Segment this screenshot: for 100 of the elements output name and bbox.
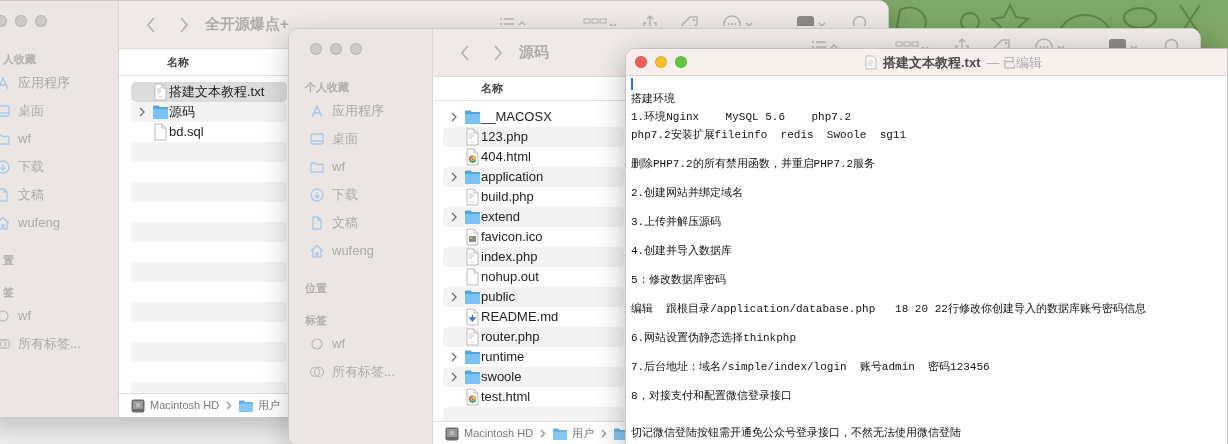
file-row[interactable]: 123.php: [443, 127, 624, 147]
close-button[interactable]: [635, 56, 647, 68]
share-icon[interactable]: [954, 38, 970, 49]
file-name: favicon.ico: [481, 228, 543, 247]
file-row[interactable]: build.php: [443, 187, 624, 207]
sidebar-item-label: 所有标签...: [332, 363, 395, 382]
sidebar-item-label: 所有标签...: [18, 335, 81, 354]
column-header[interactable]: 名称: [481, 80, 503, 97]
expand-chevron-icon[interactable]: [450, 172, 457, 182]
edited-status: — 已编辑: [986, 53, 1043, 72]
file-row[interactable]: bd.sql: [131, 122, 287, 142]
file-row[interactable]: 源码: [131, 102, 287, 122]
path-item[interactable]: 用户: [258, 397, 281, 414]
folder-icon: [464, 368, 481, 386]
forward-icon[interactable]: [178, 15, 190, 34]
minimize-button[interactable]: [655, 56, 667, 68]
forward-icon[interactable]: [492, 43, 504, 62]
back-icon[interactable]: [145, 15, 157, 34]
list-view-icon[interactable]: [810, 38, 840, 49]
file-name: runtime: [481, 348, 525, 367]
file-row[interactable]: index.php: [443, 247, 624, 267]
file-name: index.php: [481, 248, 538, 267]
close-button[interactable]: [310, 43, 322, 55]
expand-chevron-icon[interactable]: [450, 292, 457, 302]
file-row[interactable]: 404.html: [443, 147, 624, 167]
back-icon[interactable]: [459, 43, 471, 62]
file-row[interactable]: extend: [443, 207, 624, 227]
square-icon[interactable]: [1108, 38, 1138, 49]
file-row[interactable]: favicon.ico: [443, 227, 624, 247]
text-line: 6.网站设置伪静态选择thinkphp: [631, 331, 797, 346]
file-name: 123.php: [481, 128, 528, 147]
grid-view-icon[interactable]: [583, 15, 617, 26]
zoom-button[interactable]: [675, 56, 687, 68]
expand-chevron-icon[interactable]: [450, 112, 457, 122]
minimize-button[interactable]: [15, 15, 27, 27]
window-title: 搭建文本教程.txt: [883, 53, 981, 72]
grid-view-icon[interactable]: [895, 38, 929, 49]
list-view-icon[interactable]: [498, 15, 528, 26]
file-name: 搭建文本教程.txt: [169, 83, 265, 102]
file-row[interactable]: router.php: [443, 327, 624, 347]
file-icon: [152, 123, 169, 141]
text-line: php7.2安装扩展fileinfo redis Swoole sg11: [631, 128, 908, 143]
folder-icon: [553, 427, 568, 440]
expand-chevron-icon[interactable]: [138, 107, 145, 117]
text-line: 5：修改数据库密码: [631, 273, 727, 288]
document-icon: [309, 215, 325, 231]
tag-icon[interactable]: [992, 38, 1012, 49]
path-item[interactable]: 用户: [572, 425, 595, 442]
file-row[interactable]: 搭建文本教程.txt: [131, 82, 287, 102]
section-header: 标签: [304, 313, 328, 328]
image-file-icon: [464, 228, 481, 246]
file-row[interactable]: runtime: [443, 347, 624, 367]
sidebar-item-label: 应用程序: [332, 102, 384, 121]
section-header: 置: [2, 253, 15, 268]
file-name: 源码: [169, 103, 195, 122]
file-row[interactable]: README.md: [443, 307, 624, 327]
text-line: 2.创建网站并绑定域名: [631, 186, 745, 201]
folder-icon: [309, 159, 325, 175]
text-file-icon: [464, 188, 481, 206]
sidebar-item-label: wf: [18, 130, 31, 149]
tag-circle-icon: [309, 336, 325, 352]
text-cursor: [631, 78, 633, 90]
zoom-button[interactable]: [35, 15, 47, 27]
sidebar-item-label: 下载: [18, 158, 44, 177]
square-icon[interactable]: [796, 15, 826, 26]
folder-icon: [464, 288, 481, 306]
folder-icon: [464, 108, 481, 126]
file-row[interactable]: public: [443, 287, 624, 307]
more-icon[interactable]: [722, 15, 754, 26]
file-row[interactable]: test.html: [443, 387, 624, 407]
file-name: 404.html: [481, 148, 531, 167]
file-row[interactable]: application: [443, 167, 624, 187]
file-icon: [464, 268, 481, 286]
folder-icon: [152, 103, 169, 121]
folder-icon: [464, 208, 481, 226]
path-item[interactable]: Macintosh HD: [464, 425, 534, 442]
path-separator-icon: [226, 401, 233, 410]
file-name: application: [481, 168, 544, 187]
file-name: bd.sql: [169, 123, 204, 142]
folder-icon: [464, 348, 481, 366]
share-icon[interactable]: [642, 15, 658, 26]
expand-chevron-icon[interactable]: [450, 212, 457, 222]
tag-icon[interactable]: [680, 15, 700, 26]
download-icon: [309, 187, 325, 203]
browser-file-icon: [464, 148, 481, 166]
sidebar-item-label: 下载: [332, 186, 358, 205]
sidebar-item-label: 文稿: [332, 214, 358, 233]
file-row[interactable]: swoole: [443, 367, 624, 387]
browser-file-icon: [464, 388, 481, 406]
file-row[interactable]: nohup.out: [443, 267, 624, 287]
drive-icon: [445, 426, 459, 441]
more-icon[interactable]: [1034, 38, 1066, 49]
sidebar-item-label: wf: [332, 335, 345, 354]
file-name: nohup.out: [481, 268, 539, 287]
zoom-button[interactable]: [350, 43, 362, 55]
column-header[interactable]: 名称: [167, 53, 189, 71]
file-row[interactable]: __MACOSX: [443, 107, 624, 127]
sidebar-item-label: wufeng: [332, 242, 374, 261]
path-item[interactable]: Macintosh HD: [150, 397, 220, 414]
minimize-button[interactable]: [330, 43, 342, 55]
